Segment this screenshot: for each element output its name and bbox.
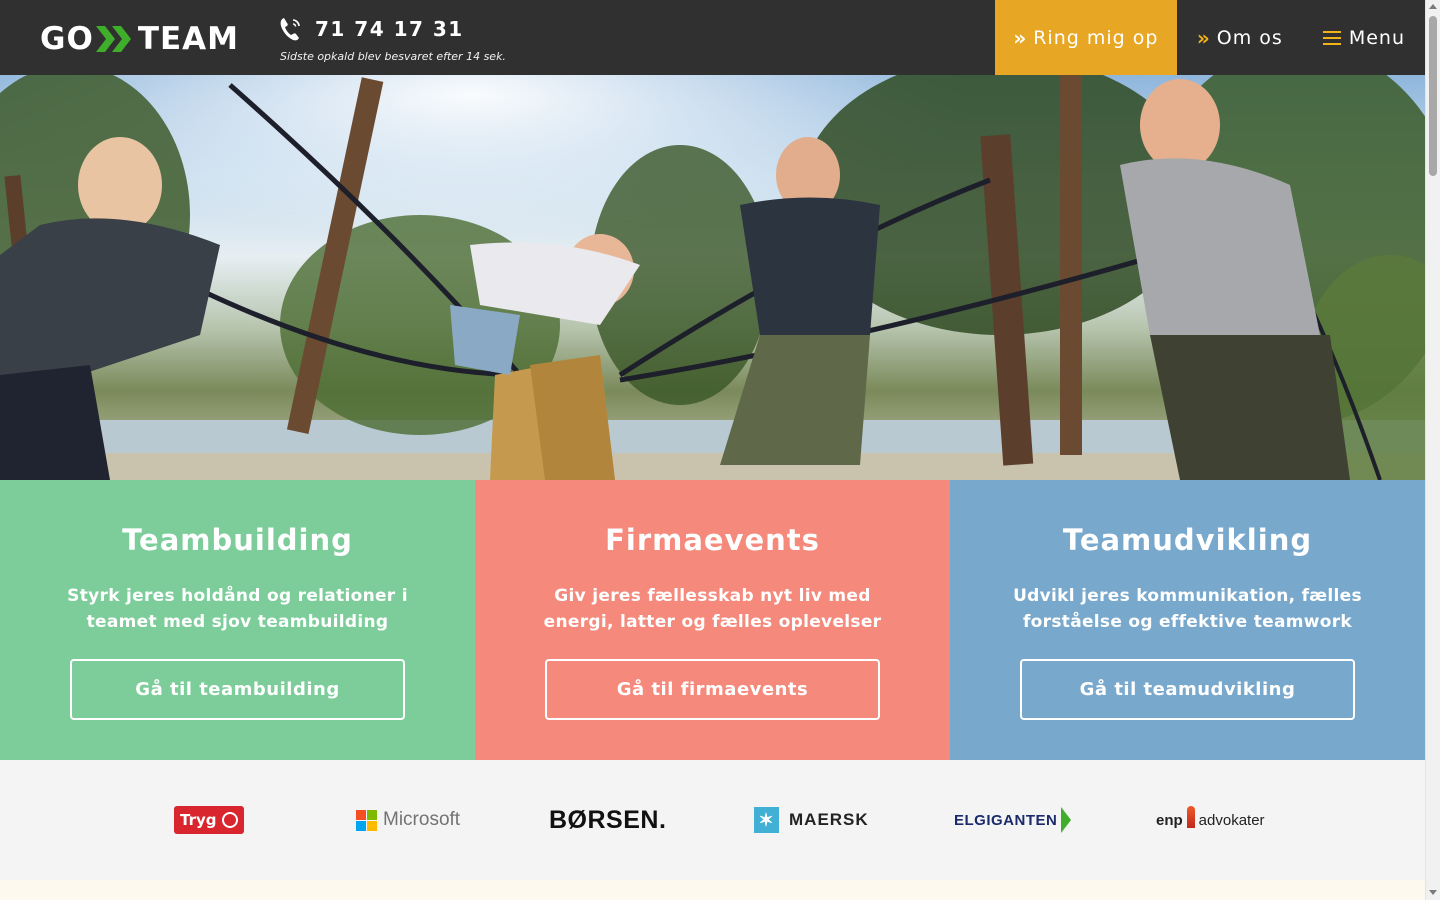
next-section-edge — [0, 880, 1425, 900]
phone-response-note: Sidste opkald blev besvaret efter 14 sek… — [280, 50, 506, 63]
panel-title: Teamudvikling — [1062, 523, 1313, 557]
microsoft-logo-text: Microsoft — [383, 809, 461, 830]
ring-mig-op-button[interactable]: » Ring mig op — [994, 0, 1177, 75]
panel-description: Giv jeres fællesskab nyt liv med energi,… — [543, 586, 882, 632]
om-os-label: Om os — [1216, 26, 1283, 49]
microsoft-logo: Microsoft — [356, 802, 460, 838]
menu-button[interactable]: Menu — [1303, 0, 1425, 75]
hero-image — [0, 75, 1425, 480]
phone-number[interactable]: 71 74 17 31 — [315, 17, 464, 41]
maersk-logo: ✶ MAERSK — [754, 802, 869, 838]
panel-firmaevents: Firmaevents Giv jeres fællesskab nyt liv… — [475, 480, 950, 760]
elgiganten-arrow-icon — [1061, 807, 1072, 833]
scroll-down-arrow-icon[interactable] — [1429, 890, 1437, 895]
logo-chevrons-icon — [95, 26, 131, 52]
scroll-up-arrow-icon[interactable] — [1429, 4, 1437, 9]
maersk-star-icon: ✶ — [754, 807, 779, 833]
om-os-link[interactable]: » Om os — [1177, 0, 1303, 75]
enp-advokater-logo: enp advokater — [1156, 802, 1265, 838]
service-panels: Teambuilding Styrk jeres holdånd og rela… — [0, 480, 1425, 760]
logo-team-text: TEAM — [137, 21, 239, 57]
client-logos-strip: Tryg Microsoft BØRSEN. ✶ MAERSK ELGIGANT… — [0, 760, 1425, 880]
goto-teamudvikling-button[interactable]: Gå til teamudvikling — [1020, 659, 1355, 720]
page-scrollbar[interactable] — [1425, 0, 1440, 900]
goteam-logo[interactable]: GO TEAM — [40, 21, 239, 57]
site-header: GO TEAM 71 74 17 31 Sidste opkald blev b… — [0, 0, 1425, 75]
tryg-logo: Tryg — [174, 802, 244, 838]
panel-description: Styrk jeres holdånd og relationer i team… — [67, 586, 408, 632]
panel-title: Firmaevents — [605, 523, 820, 557]
phone-icon — [280, 18, 300, 41]
tryg-circle-icon — [221, 812, 238, 828]
hero-team-photo — [0, 75, 1425, 480]
panel-teamudvikling: Teamudvikling Udvikl jeres kommunikation… — [950, 480, 1425, 760]
logo-go-text: GO — [40, 21, 94, 57]
main-nav: » Ring mig op » Om os Menu — [994, 0, 1425, 75]
panel-title: Teambuilding — [122, 523, 353, 557]
borsen-logo: BØRSEN. — [549, 802, 666, 838]
elgiganten-logo: ELGIGANTEN — [954, 802, 1072, 838]
enp-flame-icon — [1186, 806, 1195, 828]
elgiganten-logo-text: ELGIGANTEN — [954, 811, 1058, 829]
enp-logo-text: advokater — [1198, 811, 1265, 829]
phone-block: 71 74 17 31 Sidste opkald blev besvaret … — [279, 16, 506, 63]
scrollbar-thumb[interactable] — [1429, 16, 1437, 176]
maersk-logo-text: MAERSK — [789, 810, 869, 829]
ring-mig-op-label: Ring mig op — [1033, 26, 1159, 49]
menu-label: Menu — [1348, 26, 1405, 49]
goto-firmaevents-button[interactable]: Gå til firmaevents — [545, 659, 880, 720]
panel-description: Udvikl jeres kommunikation, fælles forst… — [1013, 586, 1362, 632]
tryg-logo-text: Tryg — [180, 811, 217, 829]
borsen-logo-text: BØRSEN. — [549, 805, 667, 834]
hamburger-icon — [1322, 27, 1341, 49]
microsoft-grid-icon — [356, 809, 377, 831]
double-chevron-icon: » — [1013, 25, 1028, 50]
double-chevron-icon: » — [1196, 25, 1211, 50]
panel-teambuilding: Teambuilding Styrk jeres holdånd og rela… — [0, 480, 475, 760]
goto-teambuilding-button[interactable]: Gå til teambuilding — [70, 659, 405, 720]
enp-logo-mark: enp — [1156, 811, 1183, 829]
